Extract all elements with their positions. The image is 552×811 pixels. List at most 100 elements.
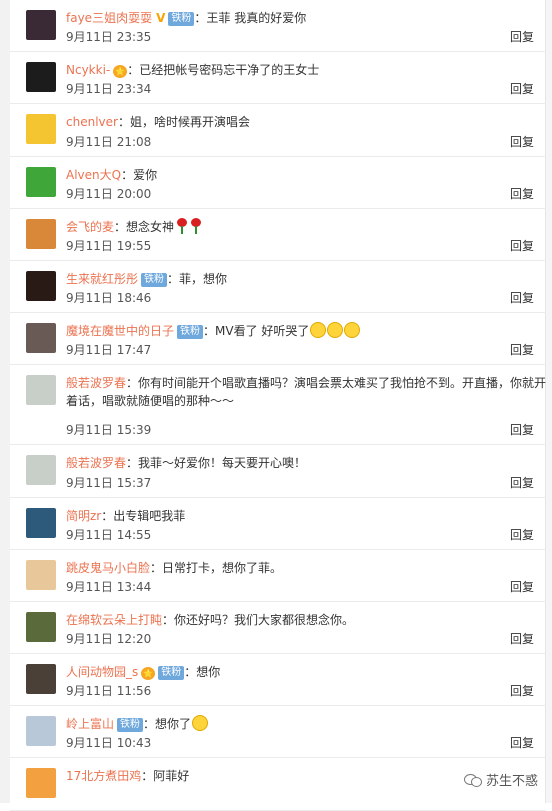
comment-line: Alven大Q：爱你 — [66, 166, 540, 184]
reply-button[interactable]: 回复 — [510, 186, 534, 202]
user-name-link[interactable]: 般若波罗春 — [66, 376, 126, 390]
avatar[interactable] — [26, 323, 56, 354]
user-name-link[interactable]: 岭上富山 — [66, 717, 114, 731]
verified-icon: V — [156, 11, 166, 25]
user-name-link[interactable]: faye三姐肉耍耍 — [66, 11, 152, 25]
reply-button[interactable]: 回复 — [510, 342, 534, 358]
avatar[interactable] — [26, 114, 56, 145]
user-name-link[interactable]: 魔境在魔世中的日子 — [66, 324, 174, 338]
comment-time: 9月11日 15:37 — [66, 475, 152, 490]
comment-text: ：出专辑吧我菲 — [101, 508, 186, 523]
user-name-link[interactable]: 在绵软云朵上打盹 — [66, 613, 162, 627]
comment-time: 9月11日 12:20 — [66, 632, 152, 647]
fan-badge: 铁粉 — [168, 12, 195, 26]
fan-badge: 铁粉 — [117, 718, 144, 733]
reply-button[interactable]: 回复 — [510, 683, 534, 699]
comment-line: 在绵软云朵上打盹：你还好吗？我们大家都很想念你。 — [66, 611, 540, 629]
comment-item: 魔境在魔世中的日子 铁粉 ：MV看了 好听哭了 9月11日 17:47 回复 — [10, 313, 546, 366]
comment-line: 魔境在魔世中的日子 铁粉 ：MV看了 好听哭了 — [66, 322, 540, 340]
comment-text: ：想你 — [184, 665, 221, 680]
comment-line: faye三姐肉耍耍 V 铁粉 ：王菲 我真的好爱你 — [66, 9, 540, 27]
comment-item: 生来就红彤彤 铁粉 ：菲，想你 9月11日 18:46 回复 — [10, 261, 546, 314]
avatar[interactable] — [26, 166, 56, 197]
user-name-link[interactable]: 般若波罗春 — [66, 456, 126, 470]
avatar[interactable] — [26, 270, 56, 301]
comment-time: 9月11日 15:39 — [66, 423, 152, 438]
comment-text: ：想念女神 — [114, 219, 175, 234]
avatar[interactable] — [26, 716, 56, 747]
reply-button[interactable]: 回复 — [510, 579, 534, 595]
comment-line: 跳皮鬼马小白脸：日常打卡，想你了菲。 — [66, 559, 540, 577]
fan-badge: 铁粉 — [141, 272, 168, 287]
user-name-link[interactable]: chenlver — [66, 115, 118, 129]
comment-text: ：MV看了 好听哭了 — [203, 324, 310, 339]
user-name-link[interactable]: 简明zr — [66, 509, 101, 523]
user-name-link[interactable]: 会飞的麦 — [66, 220, 114, 234]
avatar[interactable] — [26, 375, 56, 406]
avatar[interactable] — [26, 507, 56, 538]
reply-button[interactable]: 回复 — [510, 475, 534, 491]
user-name-link[interactable]: 生来就红彤彤 — [66, 272, 138, 286]
comment-time: 9月11日 19:55 — [66, 238, 152, 253]
comment-item: 人间动物园_s ⭐ 铁粉 ：想你 9月11日 11:56 回复 — [10, 654, 546, 707]
user-name-link[interactable]: 人间动物园_s — [66, 665, 138, 679]
avatar[interactable] — [26, 559, 56, 590]
comment-line: 会飞的麦：想念女神 — [66, 217, 540, 236]
reply-button[interactable]: 回复 — [510, 527, 534, 543]
comment-item: 在绵软云朵上打盹：你还好吗？我们大家都很想念你。 9月11日 12:20 回复 — [10, 602, 546, 655]
comment-item: 般若波罗春：你有时间能开个唱歌直播吗？演唱会票太难买了我怕抢不到。开直播，你就开… — [10, 365, 546, 446]
avatar[interactable] — [26, 768, 56, 799]
comment-time: 9月11日 20:00 — [66, 186, 152, 201]
comment-line: 般若波罗春：你有时间能开个唱歌直播吗？演唱会票太难买了我怕抢不到。开直播，你就开… — [66, 374, 552, 410]
comment-text: ：你有时间能开个唱歌直播吗？演唱会票太难买了我怕抢不到。开直播，你就开着话，唱歌… — [66, 376, 547, 409]
comment-item: chenlver：姐，啥时候再开演唱会 9月11日 21:08 回复 — [10, 104, 546, 157]
comment-text: ：想你了 — [143, 717, 192, 732]
avatar[interactable] — [26, 10, 56, 40]
reply-button[interactable]: 回复 — [510, 81, 534, 97]
reply-button[interactable]: 回复 — [510, 631, 534, 647]
comment-time: 9月11日 23:35 — [66, 30, 152, 45]
reply-button[interactable]: 回复 — [510, 422, 534, 438]
crying-emoji-icon — [310, 322, 327, 339]
comment-item: faye三姐肉耍耍 V 铁粉 ：王菲 我真的好爱你 9月11日 23:35 回复 — [10, 0, 546, 53]
user-name-link[interactable]: 17北方煮田鸡 — [66, 769, 141, 783]
member-icon: ⭐ — [113, 65, 128, 79]
comment-text: ：姐，啥时候再开演唱会 — [117, 115, 250, 130]
comment-item: 般若波罗春：我菲～好爱你！每天要开心噢！ 9月11日 15:37 回复 — [10, 445, 546, 498]
comment-line: 简明zr：出专辑吧我菲 — [66, 507, 540, 525]
watermark: 苏生不惑 — [463, 770, 538, 789]
reply-button[interactable]: 回复 — [510, 29, 534, 45]
user-name-link[interactable]: Ncykki- — [66, 63, 110, 77]
comment-time: 9月11日 10:43 — [66, 736, 152, 751]
user-name-link[interactable]: 跳皮鬼马小白脸 — [66, 561, 150, 575]
comment-text: ：王菲 我真的好爱你 — [194, 11, 307, 25]
comment-time: 9月11日 17:47 — [66, 343, 152, 358]
avatar[interactable] — [26, 218, 56, 249]
member-icon: ⭐ — [141, 667, 156, 681]
comment-item: 简明zr：出专辑吧我菲 9月11日 14:55 回复 — [10, 498, 546, 550]
comment-line: chenlver：姐，啥时候再开演唱会 — [66, 113, 540, 131]
avatar[interactable] — [26, 455, 56, 486]
comment-line: 岭上富山 铁粉 ：想你了 — [66, 715, 540, 733]
comment-time: 9月11日 21:08 — [66, 134, 152, 149]
fan-badge: 铁粉 — [158, 666, 185, 681]
left-scrollbar-strip — [0, 0, 10, 803]
avatar[interactable] — [26, 664, 56, 695]
rose-emoji-icon — [190, 217, 202, 234]
comment-text: ：阿菲好 — [141, 769, 190, 784]
comment-item: 跳皮鬼马小白脸：日常打卡，想你了菲。 9月11日 13:44 回复 — [10, 550, 546, 602]
comment-text: ：已经把帐号密码忘干净了的王女士 — [127, 63, 320, 78]
reply-button[interactable]: 回复 — [510, 238, 534, 254]
comment-item: 会飞的麦：想念女神 9月11日 19:55 回复 — [10, 209, 546, 261]
reply-button[interactable]: 回复 — [510, 735, 534, 751]
comment-time: 9月11日 14:55 — [66, 527, 152, 542]
avatar[interactable] — [26, 62, 56, 93]
user-name-link[interactable]: Alven大Q — [66, 168, 121, 182]
fan-badge: 铁粉 — [177, 325, 204, 340]
comment-time: 9月11日 23:34 — [66, 82, 152, 97]
crying-emoji-icon — [327, 322, 344, 339]
avatar[interactable] — [26, 611, 56, 642]
reply-button[interactable]: 回复 — [510, 290, 534, 306]
comment-item: Ncykki- ⭐ ：已经把帐号密码忘干净了的王女士 9月11日 23:34 回复 — [10, 52, 546, 105]
reply-button[interactable]: 回复 — [510, 134, 534, 150]
